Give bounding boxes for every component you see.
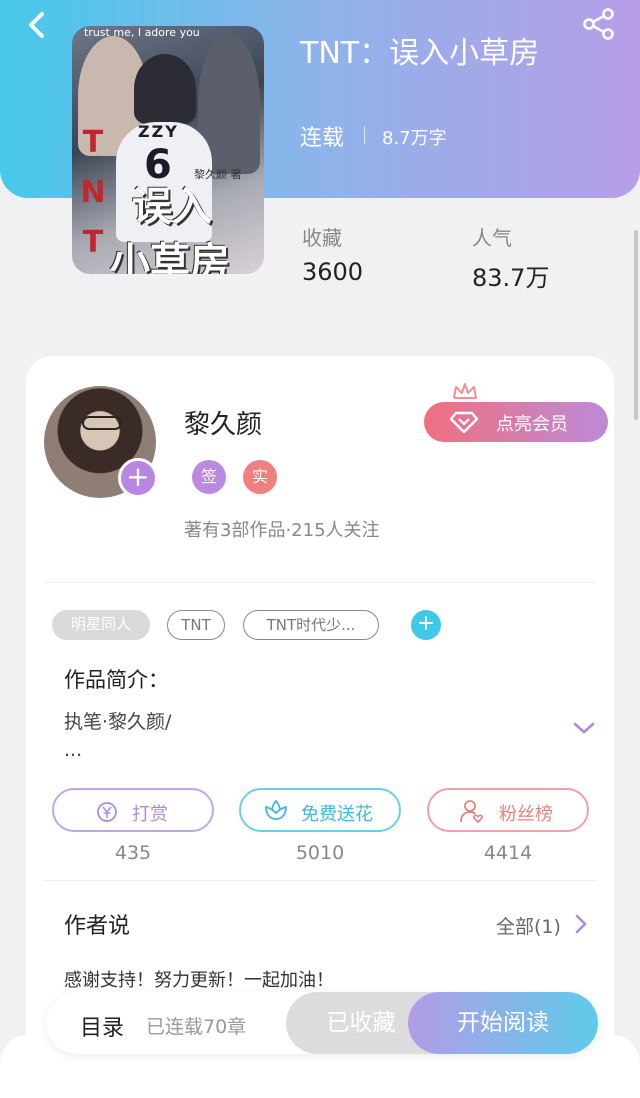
book-title: TNT：误入小草房 [300, 36, 540, 71]
favorites-value: 3600 [302, 258, 364, 286]
divider-actions [44, 880, 596, 881]
tip-button-label: 打赏 [132, 804, 168, 825]
scrollbar-thumb[interactable] [634, 230, 638, 420]
cover-letter-n: N [80, 175, 106, 210]
author-says-all-link[interactable]: 全部(1) [496, 912, 561, 939]
start-reading-button[interactable]: 开始阅读 [408, 992, 598, 1054]
add-tag-button[interactable]: + [411, 610, 441, 640]
serial-status: 连载 [300, 126, 345, 151]
flower-count: 5010 [295, 842, 345, 864]
chevron-right-icon[interactable] [574, 913, 588, 935]
intro-text: 执笔·黎久颜/ ... [64, 708, 171, 764]
tip-count: 435 [114, 842, 152, 864]
divider-author [44, 582, 596, 583]
fan-count: 4414 [483, 842, 533, 864]
flower-icon [265, 799, 287, 820]
table-of-contents-button[interactable]: 目录 [80, 1010, 124, 1042]
popularity-value: 83.7万 [472, 264, 550, 292]
cover-author-mark: 黎久颜 著 [194, 168, 242, 181]
send-flower-button[interactable]: 免费送花 [239, 788, 401, 832]
cover-title-line1: 误入 [132, 184, 212, 230]
intro-line1: 执笔·黎久颜/ [64, 711, 172, 733]
signed-badge: 签 [192, 460, 226, 494]
cover-letter-t2: T [82, 225, 104, 260]
back-icon[interactable] [22, 10, 52, 40]
tag-chip-tnt-era[interactable]: TNT时代少... [243, 610, 379, 640]
yen-coin-icon [97, 802, 117, 822]
send-flower-label: 免费送花 [301, 804, 373, 825]
avatar-glasses [82, 416, 122, 430]
vip-button-label: 点亮会员 [496, 414, 568, 435]
share-icon[interactable] [582, 8, 616, 40]
tag-chip-tnt[interactable]: TNT [167, 610, 225, 640]
cover-figure-center-head [134, 54, 196, 124]
cover-jersey-name: ZZY [138, 122, 179, 141]
author-says-title: 作者说 [64, 914, 131, 939]
cover-jersey-number: 6 [144, 142, 172, 188]
book-cover[interactable]: trust me, I adore you ZZY 6 T N T 黎久颜 著 … [72, 26, 264, 274]
verified-badge: 实 [243, 460, 277, 494]
crown-icon [453, 383, 477, 399]
diamond-icon [450, 411, 478, 433]
author-name[interactable]: 黎久颜 [184, 404, 262, 441]
intro-title: 作品简介： [64, 668, 169, 692]
fan-user-icon [460, 800, 483, 824]
chapter-count[interactable]: 已连载70章 [146, 1012, 246, 1039]
author-meta: 著有3部作品·215人关注 [184, 520, 380, 541]
cover-top-text: trust me, I adore you [84, 26, 200, 39]
cover-title-line2: 小草房 [110, 240, 230, 274]
tip-button[interactable]: 打赏 [52, 788, 214, 832]
author-message: 感谢支持！努力更新！一起加油！ [64, 970, 334, 991]
tag-chip-genre[interactable]: 明星同人 [52, 610, 150, 640]
favorites-label: 收藏 [302, 226, 342, 250]
fan-ranking-label: 粉丝榜 [499, 804, 553, 825]
cover-letter-t1: T [82, 125, 104, 160]
chevron-down-icon[interactable] [572, 720, 596, 736]
status-divider [364, 126, 365, 144]
cover-tnt-letters: T N T [80, 118, 106, 268]
popularity-label: 人气 [472, 226, 512, 250]
intro-line2: ... [64, 739, 83, 761]
word-count: 8.7万字 [382, 128, 447, 149]
vip-membership-button[interactable]: 点亮会员 [424, 402, 608, 442]
fan-ranking-button[interactable]: 粉丝榜 [427, 788, 589, 832]
follow-author-button[interactable]: + [118, 458, 158, 498]
